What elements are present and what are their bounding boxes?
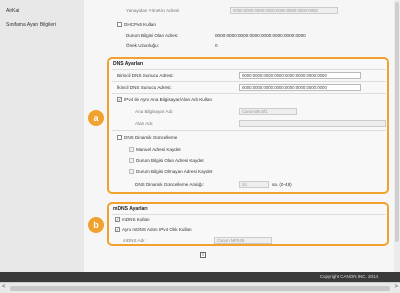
mdns-settings-section: mDNS Ayarları ✓ mDNS Kullan ✓ Aynı mDNS … <box>107 202 389 246</box>
register-manual-label: Manuel Adresi Kaydet <box>136 147 181 152</box>
mdns-name-field[interactable]: Canon MF525 <box>214 237 272 244</box>
register-stateful-checkbox[interactable] <box>129 158 134 163</box>
prefix-length-label: Önek Uzunluğu: <box>126 43 159 48</box>
manager-address-field[interactable]: 0000:0000:0000:0000:0000:0000:0000:0000 <box>230 7 338 14</box>
sidebar-item-airkai[interactable]: AirKai <box>6 8 19 14</box>
callout-a-badge: a <box>88 110 104 126</box>
dns-dynamic-update-checkbox[interactable] <box>117 135 122 140</box>
dns-settings-section: DNS Ayarları Birincil DNS Sunucu Adresi:… <box>107 57 389 194</box>
update-interval-label: DNS Dinamik Güncelleme Aralığı: <box>135 182 204 187</box>
divider <box>112 81 386 82</box>
update-interval-unit: sa. (0-48) <box>272 182 292 187</box>
scroll-to-top-icon[interactable]: ≡ <box>200 252 206 258</box>
manager-address-label: Yanayidan Yöneticı Adresi <box>126 8 180 13</box>
main-content: Yanayidan Yöneticı Adresi 0000:0000:0000… <box>84 0 394 272</box>
same-host-label: IPv4 ile Aynı Ana Bilgisayar/Alan Adı Ku… <box>124 97 213 102</box>
footer-bar: Copyright CANON INC. 2014 <box>0 272 400 282</box>
same-host-checkbox[interactable]: ✓ <box>117 97 122 102</box>
secondary-dns-label: İkincil DNS Sunucu Adresi: <box>117 85 172 90</box>
domain-name-label: Alan Adı: <box>135 121 154 126</box>
divider <box>112 69 386 70</box>
mdns-name-label: mDNS Adı: <box>123 238 146 243</box>
dhcpv6-checkbox[interactable] <box>117 22 122 27</box>
divider <box>112 214 386 215</box>
divider <box>112 93 386 94</box>
update-interval-field[interactable]: 24 <box>239 181 269 188</box>
register-stateless-checkbox[interactable] <box>129 169 134 174</box>
domain-name-field[interactable] <box>239 120 386 127</box>
sidebar: AirKai Sınifama Ayarı Bilgileri <box>0 0 84 272</box>
dns-settings-title: DNS Ayarları <box>113 61 144 67</box>
stateful-address-value: 0000:0000:0000:0000:0000:0000:0000:0000 <box>215 33 306 38</box>
secondary-dns-field[interactable]: 0000:0000:0000:0000:0000:0000:0000:0000 <box>239 84 361 91</box>
scroll-left-arrow-icon[interactable]: < <box>2 284 6 290</box>
primary-dns-field[interactable]: 0000:0000:0000:0000:0000:0000:0000:0000 <box>239 72 361 79</box>
vertical-scrollbar[interactable] <box>394 0 400 272</box>
host-name-field[interactable]: Canon08c5f1 <box>239 108 297 115</box>
vertical-scroll-thumb[interactable] <box>395 2 399 242</box>
register-stateful-label: Durum Bilgisi Olan Adresi Kaydet <box>136 158 204 163</box>
divider <box>112 130 386 131</box>
primary-dns-label: Birincil DNS Sunucu Adresi: <box>117 73 174 78</box>
horizontal-scroll-thumb[interactable] <box>10 286 390 291</box>
dhcpv6-label: DHCPv6 Kullan <box>124 22 156 27</box>
sidebar-item-network-info[interactable]: Sınifama Ayarı Bilgileri <box>6 22 56 28</box>
host-name-label: Ana Bilgisayar Adı: <box>135 109 174 114</box>
copyright-text: Copyright CANON INC. 2014 <box>319 274 378 279</box>
register-stateless-label: Durum Bilgisi Olmayan Adresi Kaydet <box>136 169 213 174</box>
scroll-right-arrow-icon[interactable]: > <box>394 284 398 290</box>
mdns-settings-title: mDNS Ayarları <box>113 206 148 212</box>
stateful-address-label: Durum Bilgisi Olan Adres: <box>126 33 179 38</box>
mdns-use-checkbox[interactable]: ✓ <box>115 217 120 222</box>
horizontal-scrollbar[interactable]: < > <box>0 282 400 293</box>
register-manual-checkbox[interactable] <box>129 147 134 152</box>
callout-b-badge: b <box>88 217 104 233</box>
mdns-use-label: mDNS Kullan <box>122 217 150 222</box>
mdns-same-name-checkbox[interactable]: ✓ <box>115 227 120 232</box>
prefix-length-value: 0 <box>215 43 218 48</box>
dns-dynamic-update-label: DNS Dinamik Güncelleme <box>124 135 178 140</box>
mdns-same-name-label: Aynı mDNS Adını IPv4 Olık Kullan <box>122 227 192 232</box>
